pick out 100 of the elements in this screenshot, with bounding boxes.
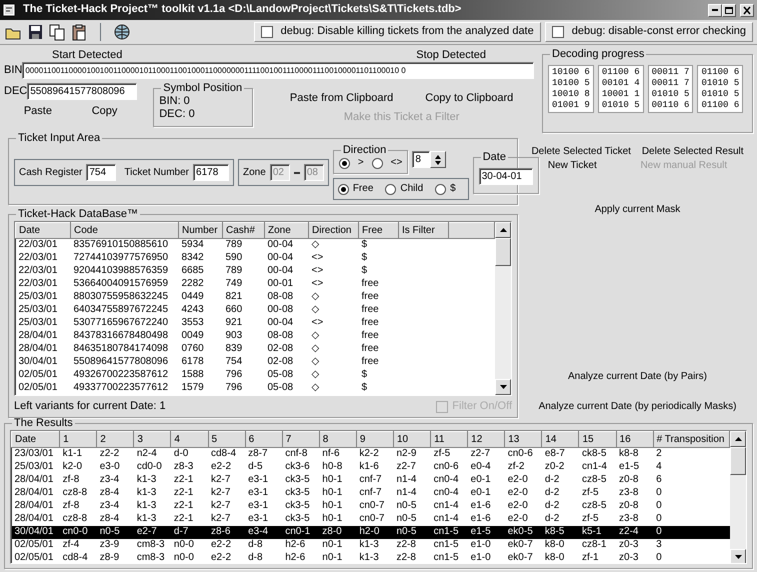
table-cell: cd8-4 xyxy=(208,448,246,461)
column-header[interactable]: 8 xyxy=(319,432,356,448)
column-header[interactable]: 4 xyxy=(170,432,208,448)
column-header[interactable]: # Transposition xyxy=(653,432,730,448)
column-header[interactable]: Direction xyxy=(308,222,358,238)
column-header[interactable]: Zone xyxy=(264,222,308,238)
column-header[interactable]: 9 xyxy=(356,432,394,448)
globe-icon[interactable] xyxy=(113,23,131,41)
radio-button[interactable] xyxy=(338,184,349,194)
text-button[interactable]: New Ticket xyxy=(546,159,599,173)
table-cell: zf-5 xyxy=(430,448,468,461)
table-cell: z2-7 xyxy=(468,448,505,461)
table-cell-text: z8-3 xyxy=(172,460,194,474)
table-cell-text: n0-0 xyxy=(172,552,195,564)
table-cell-text: cz8-5 xyxy=(580,474,608,487)
minimize-icon xyxy=(712,9,718,11)
radio-button[interactable] xyxy=(435,184,446,194)
progress-line: 01001 9 xyxy=(552,100,590,111)
table-cell-text: 08-08 xyxy=(266,330,294,343)
table-cell: ◇ xyxy=(308,238,358,252)
dec-field[interactable]: 55089641577808096 xyxy=(27,83,138,100)
table-cell-text: z2-1 xyxy=(172,500,194,513)
text-button[interactable]: Paste xyxy=(20,104,56,120)
column-header[interactable]: Code xyxy=(70,222,178,238)
scrollbar[interactable] xyxy=(495,222,511,395)
column-header[interactable]: Is Filter xyxy=(398,222,448,238)
checkbox[interactable] xyxy=(260,26,273,38)
table-cell-text: 84378316678480498 xyxy=(72,330,170,343)
table-cell-text: 02-08 xyxy=(266,356,294,369)
column-header[interactable]: 13 xyxy=(504,432,542,448)
clipboard-icon[interactable] xyxy=(70,23,88,41)
input-field[interactable]: 6178 xyxy=(193,164,230,181)
start-label: Start Detected xyxy=(52,49,122,62)
table-cell: 00-04 xyxy=(264,238,308,252)
column-header[interactable]: 2 xyxy=(96,432,134,448)
column-header[interactable]: 5 xyxy=(208,432,246,448)
text-button[interactable]: Copy to Clipboard xyxy=(421,91,518,106)
scroll-thumb[interactable] xyxy=(730,447,746,476)
spin-box[interactable]: 8 xyxy=(412,151,446,168)
table-cell: 2 xyxy=(653,448,730,461)
date-field[interactable]: 30-04-01 xyxy=(478,168,533,184)
table-cell-text: z0-8 xyxy=(618,500,640,513)
table-cell-text: 6 xyxy=(655,474,663,487)
table-cell-text: zf-8 xyxy=(62,474,80,487)
table-cell-text: d-5 xyxy=(247,460,264,474)
table-cell: z2-4 xyxy=(616,526,654,539)
table-cell: n0-0 xyxy=(170,538,208,552)
radio-button[interactable] xyxy=(338,158,350,168)
table-cell: 789 xyxy=(222,238,264,252)
text-button[interactable]: Delete Selected Ticket xyxy=(529,145,633,159)
scrollbar[interactable] xyxy=(730,431,746,564)
text-button[interactable]: Analyze current Date (by periodically Masks) xyxy=(536,400,738,414)
text-button[interactable]: Delete Selected Result xyxy=(640,145,746,159)
column-header[interactable]: Date xyxy=(12,432,60,448)
column-header[interactable]: 3 xyxy=(134,432,171,448)
minimize-button[interactable] xyxy=(708,4,722,16)
bin-field[interactable]: 00001100110000100100110000101100011001000110000000111100100111000011100100001101100010 0 xyxy=(22,62,534,80)
column-header[interactable]: 12 xyxy=(468,432,505,448)
column-header[interactable]: 7 xyxy=(282,432,320,448)
column-header[interactable]: 6 xyxy=(245,432,282,448)
table-cell-text: ck3-5 xyxy=(284,512,311,526)
column-header[interactable]: Date xyxy=(16,222,70,238)
table-cell: 5934 xyxy=(178,238,222,252)
table-cell-text: z8-9 xyxy=(98,552,120,564)
table-cell-text: cn0-6 xyxy=(432,460,460,474)
text-button[interactable]: Analyze current Date (by Pairs) xyxy=(566,370,709,384)
table-cell-text: 754 xyxy=(224,356,244,369)
column-header[interactable]: Free xyxy=(358,222,398,238)
radio-button[interactable] xyxy=(385,184,396,194)
column-header[interactable]: 11 xyxy=(430,432,468,448)
checkbox[interactable] xyxy=(552,26,564,38)
radio-button[interactable] xyxy=(372,158,383,168)
scroll-thumb[interactable] xyxy=(495,238,511,266)
table-cell-text: 64034755897672245 xyxy=(72,304,170,317)
maximize-button[interactable] xyxy=(722,4,736,16)
column-header[interactable]: Number xyxy=(178,222,222,238)
table-cell-text: ck3-5 xyxy=(284,486,311,500)
table-cell: d-8 xyxy=(245,538,282,552)
copy-icon[interactable] xyxy=(48,23,66,41)
text-button[interactable]: Copy xyxy=(88,104,122,120)
column-header[interactable]: Cash# xyxy=(222,222,264,238)
table-cell-text: z2-1 xyxy=(172,474,194,487)
table-cell-text: 00-04 xyxy=(266,316,294,330)
column-header[interactable]: 14 xyxy=(542,432,579,448)
column-header[interactable]: 16 xyxy=(616,432,654,448)
up-arrow-icon xyxy=(500,228,506,232)
table-cell-text: free xyxy=(360,316,380,330)
table-cell: z2-8 xyxy=(393,538,431,552)
table-cell-text: cz8-8 xyxy=(62,512,88,526)
table-cell-text: e0-4 xyxy=(470,460,492,474)
table-cell-text: 8342 xyxy=(180,252,205,265)
column-header[interactable]: 10 xyxy=(393,432,431,448)
close-button[interactable] xyxy=(740,4,754,16)
text-button[interactable]: Apply current Mask xyxy=(592,203,682,217)
input-field[interactable]: 754 xyxy=(86,164,116,181)
column-header[interactable]: 1 xyxy=(60,432,97,448)
floppy-icon[interactable] xyxy=(26,23,44,41)
column-header[interactable]: 15 xyxy=(578,432,616,448)
table-cell-text: k1-3 xyxy=(136,486,158,500)
text-button[interactable]: Paste from Clipboard xyxy=(286,91,398,106)
